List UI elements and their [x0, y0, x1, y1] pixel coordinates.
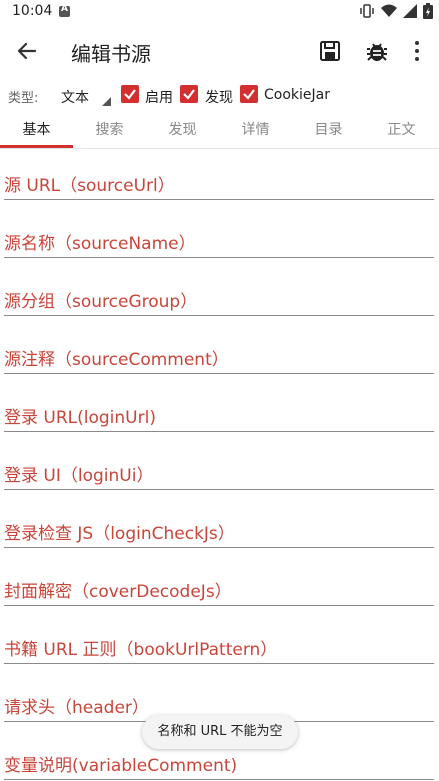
field-underline — [4, 663, 434, 664]
vibrate-icon — [360, 4, 374, 18]
check-icon — [183, 89, 195, 100]
field-underline — [4, 431, 434, 432]
app-bar: 编辑书源 — [0, 24, 439, 78]
tab-toc[interactable]: 目录 — [292, 114, 365, 148]
dropdown-arrow-icon — [102, 97, 111, 106]
tab-content[interactable]: 正文 — [365, 114, 438, 148]
tab-discover[interactable]: 发现 — [146, 114, 219, 148]
signal-icon — [403, 4, 417, 18]
field-underline — [4, 257, 434, 258]
tab-basic[interactable]: 基本 — [0, 114, 73, 148]
arrow-back-icon[interactable] — [14, 38, 40, 64]
field-underline — [4, 199, 434, 200]
field-hint: 登录 URL(loginUrl) — [4, 408, 156, 428]
toast-message: 名称和 URL 不能为空 — [142, 715, 298, 749]
field-hint: 源 URL（sourceUrl） — [4, 176, 175, 196]
tab-detail[interactable]: 详情 — [219, 114, 292, 148]
cover-decode-js-field[interactable]: 封面解密（coverDecodeJs） — [4, 573, 434, 607]
wifi-icon — [381, 4, 397, 17]
page-title: 编辑书源 — [71, 42, 151, 66]
type-select[interactable]: 文本 — [55, 82, 113, 108]
save-icon[interactable] — [318, 39, 342, 63]
variable-comment-field[interactable]: 变量说明(variableComment) — [4, 747, 434, 781]
type-label: 类型: — [8, 91, 39, 106]
field-hint: 登录检查 JS（loginCheckJs） — [4, 524, 235, 544]
status-icons — [359, 3, 433, 19]
field-underline — [4, 315, 434, 316]
field-underline — [4, 605, 434, 606]
status-bar: 10:04 — [0, 0, 439, 24]
check-icon — [124, 89, 136, 100]
field-underline — [4, 547, 434, 548]
source-name-field[interactable]: 源名称（sourceName） — [4, 225, 434, 259]
field-hint: 封面解密（coverDecodeJs） — [4, 582, 232, 602]
discover-checkbox-label: 发现 — [205, 90, 233, 106]
enabled-checkbox-label: 启用 — [145, 90, 173, 106]
login-url-field[interactable]: 登录 URL(loginUrl) — [4, 399, 434, 433]
tab-indicator — [0, 145, 73, 148]
field-hint: 源分组（sourceGroup） — [4, 292, 198, 312]
type-select-value: 文本 — [61, 90, 89, 106]
field-hint: 变量说明(variableComment) — [4, 756, 238, 776]
book-url-pattern-field[interactable]: 书籍 URL 正则（bookUrlPattern） — [4, 631, 434, 665]
field-hint: 源名称（sourceName） — [4, 234, 196, 254]
field-underline — [4, 489, 434, 490]
cookiejar-checkbox-label: CookieJar — [264, 87, 330, 103]
type-row: 类型: 文本 启用 发现 CookieJar — [0, 80, 439, 112]
check-icon — [243, 89, 255, 100]
tab-search[interactable]: 搜索 — [73, 114, 146, 148]
source-group-field[interactable]: 源分组（sourceGroup） — [4, 283, 434, 317]
status-time: 10:04 — [12, 3, 53, 19]
login-check-js-field[interactable]: 登录检查 JS（loginCheckJs） — [4, 515, 434, 549]
field-hint: 请求头（header） — [4, 698, 149, 718]
field-hint: 登录 UI（loginUi） — [4, 466, 154, 486]
enabled-checkbox[interactable] — [121, 85, 139, 103]
discover-checkbox[interactable] — [180, 85, 198, 103]
field-hint: 书籍 URL 正则（bookUrlPattern） — [4, 640, 278, 660]
a-notification-icon — [59, 4, 70, 17]
battery-icon — [423, 3, 433, 19]
field-hint: 源注释（sourceComment） — [4, 350, 229, 370]
bug-icon[interactable] — [364, 38, 390, 64]
field-underline — [4, 373, 434, 374]
login-ui-field[interactable]: 登录 UI（loginUi） — [4, 457, 434, 491]
source-url-field[interactable]: 源 URL（sourceUrl） — [4, 167, 434, 201]
more-vert-icon[interactable] — [406, 39, 428, 63]
cookiejar-checkbox[interactable] — [240, 85, 258, 103]
source-comment-field[interactable]: 源注释（sourceComment） — [4, 341, 434, 375]
tab-bar: 基本 搜索 发现 详情 目录 正文 — [0, 114, 439, 149]
